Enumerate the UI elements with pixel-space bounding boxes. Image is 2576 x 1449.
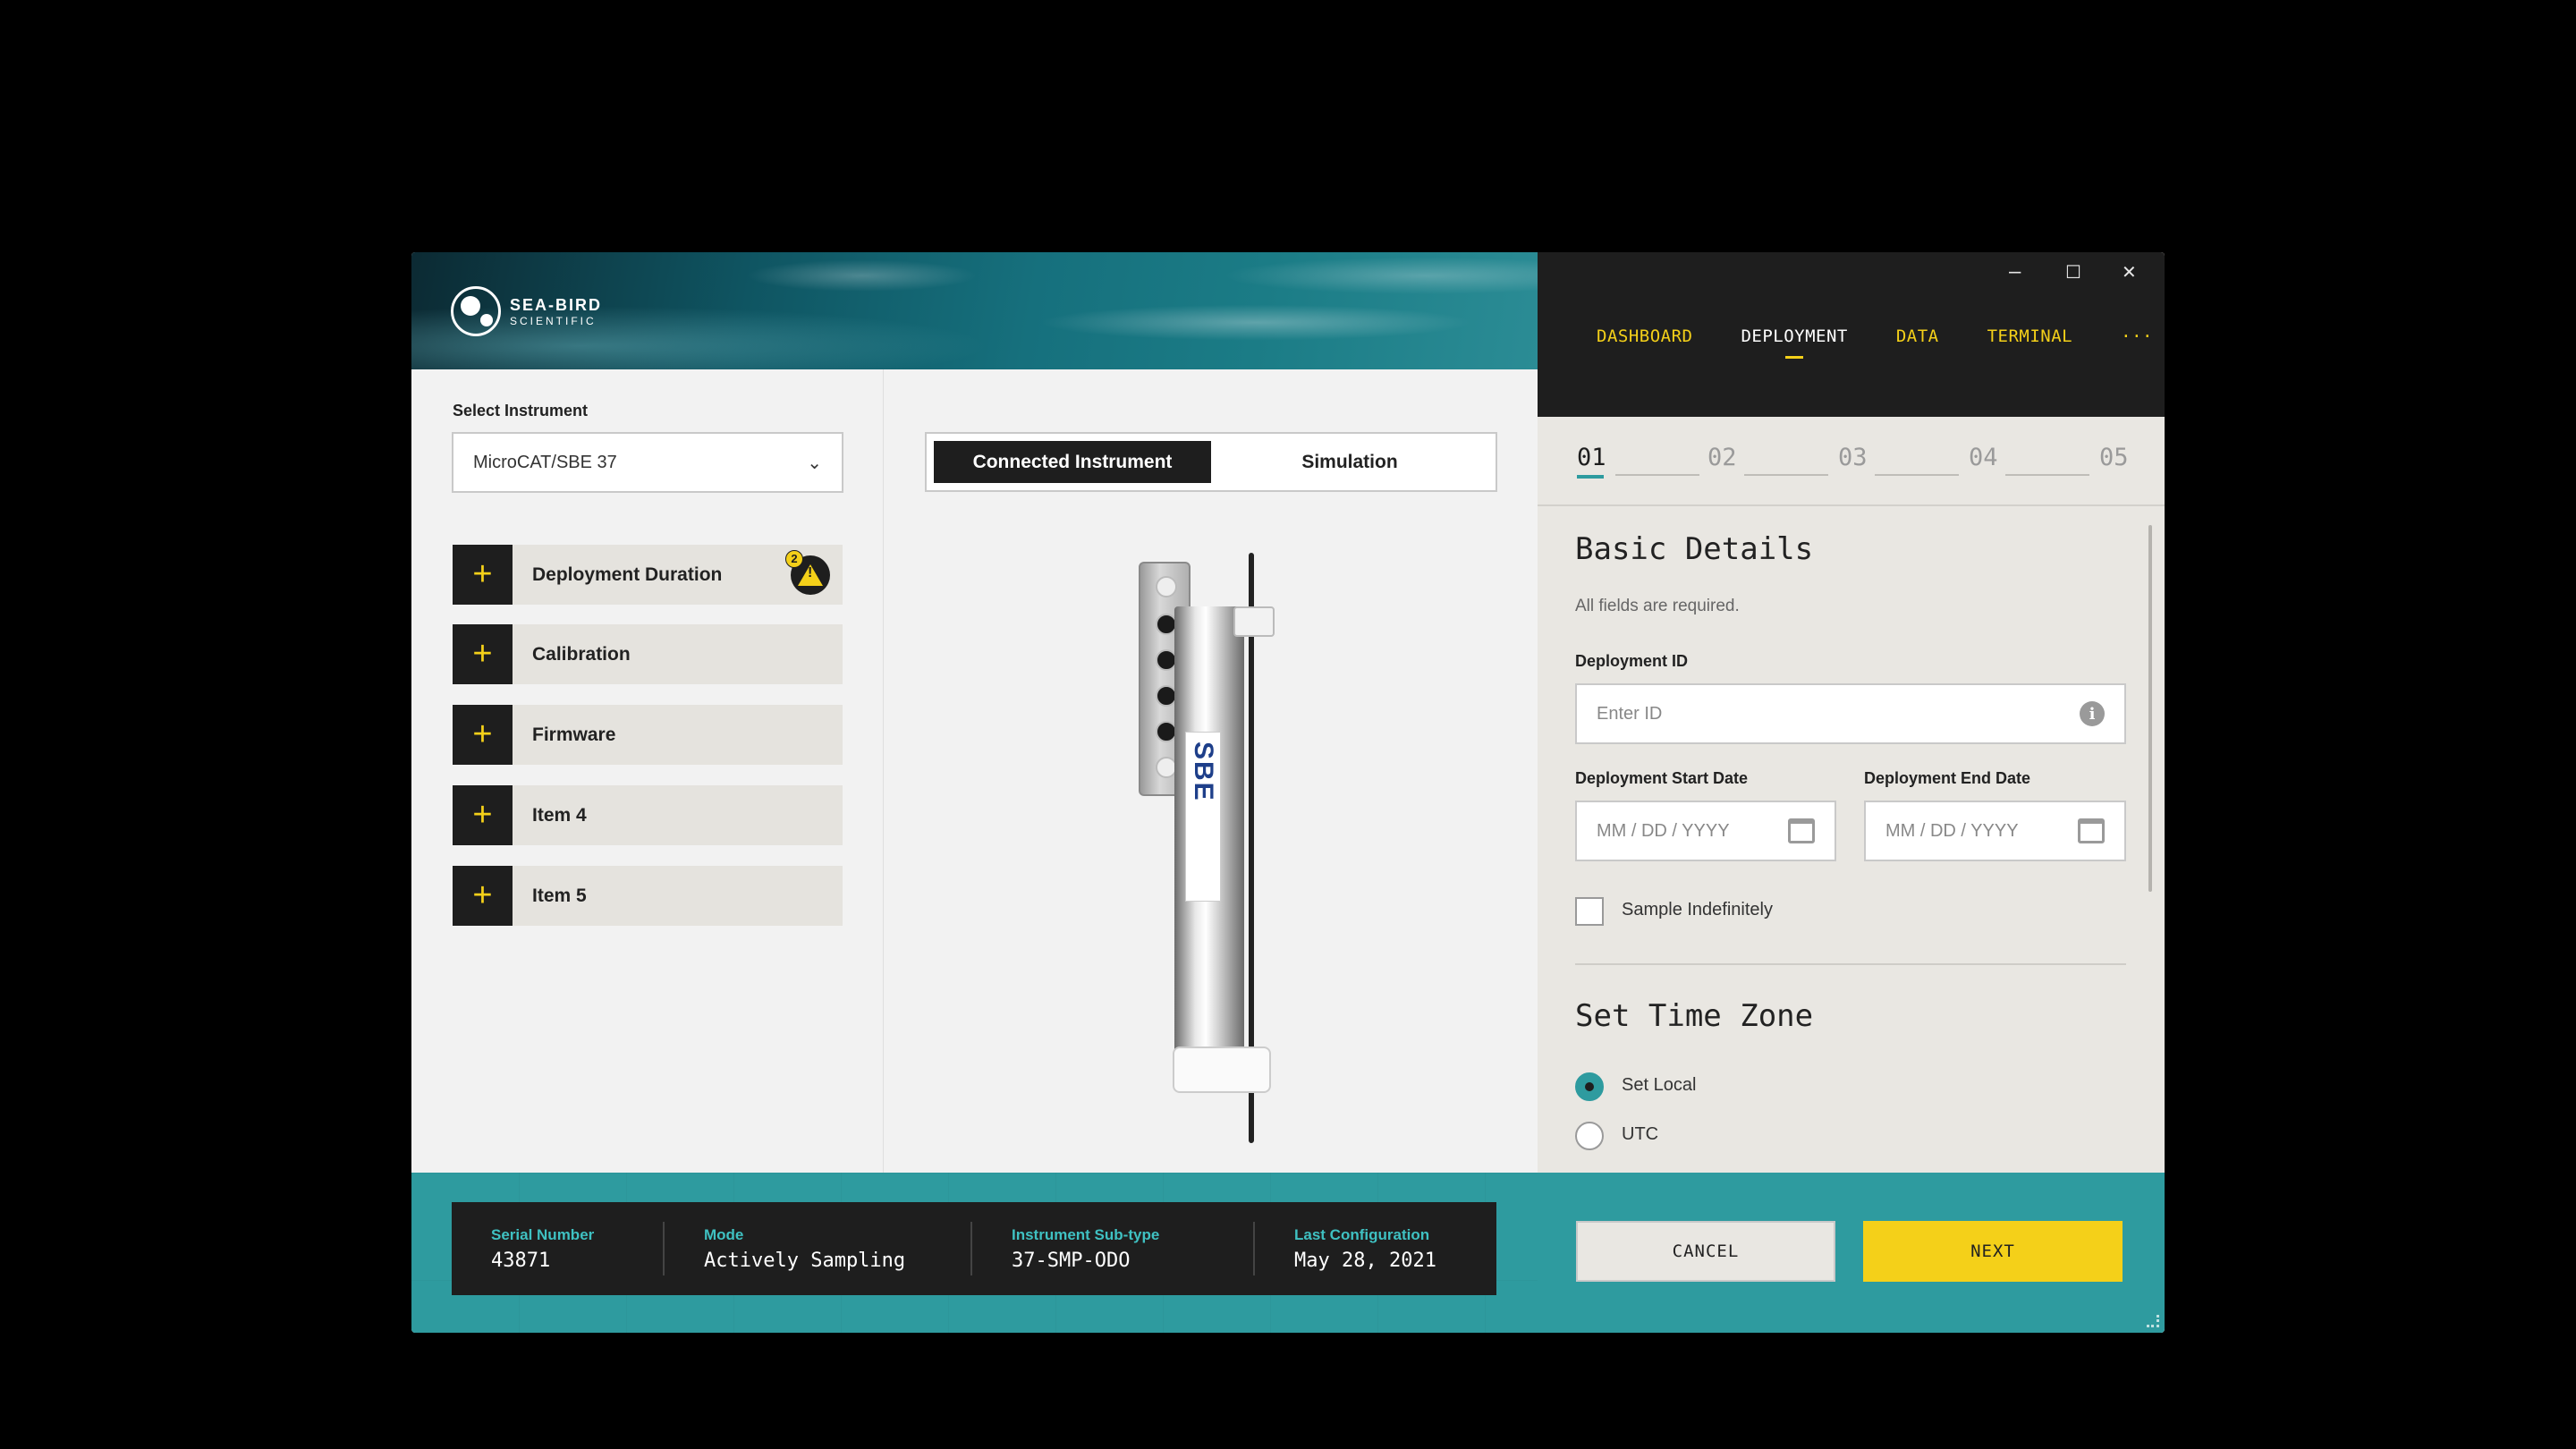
- accordion-deployment-duration[interactable]: + Deployment Duration ! 2: [453, 545, 843, 605]
- minimize-icon[interactable]: –: [2009, 259, 2021, 284]
- required-note: All fields are required.: [1575, 597, 1740, 615]
- info-icon[interactable]: i: [2080, 701, 2105, 726]
- sample-indefinitely-label: Sample Indefinitely: [1622, 900, 1773, 919]
- mode-cell: Mode Actively Sampling: [663, 1222, 970, 1275]
- instrument-info-bar: Serial Number 43871 Mode Actively Sampli…: [452, 1202, 1496, 1295]
- radio-utc[interactable]: [1575, 1122, 1604, 1150]
- accordion-label: Deployment Duration: [532, 564, 723, 585]
- start-date-label: Deployment Start Date: [1575, 769, 1749, 787]
- instrument-preview: Connected Instrument Simulation SBE: [885, 369, 1538, 1173]
- mode-value: Actively Sampling: [704, 1249, 906, 1272]
- mode-toggle: Connected Instrument Simulation: [925, 432, 1497, 492]
- nav-dashboard[interactable]: DASHBOARD: [1597, 326, 1692, 346]
- accordion-calibration[interactable]: + Calibration: [453, 624, 843, 684]
- basic-details-title: Basic Details: [1575, 531, 1814, 567]
- instrument-select[interactable]: MicroCAT/SBE 37 ⌄: [452, 432, 843, 493]
- logo-line1: SEA-BIRD: [510, 295, 603, 314]
- expand-plus-icon[interactable]: +: [453, 705, 513, 765]
- accordion-label: Firmware: [532, 724, 616, 745]
- deployment-id-field[interactable]: Enter ID i: [1575, 683, 2126, 744]
- sbe-label-text: SBE: [1189, 741, 1218, 802]
- instrument-select-value: MicroCAT/SBE 37: [473, 452, 617, 472]
- subtype-value: 37-SMP-ODO: [1012, 1249, 1131, 1272]
- time-zone-title: Set Time Zone: [1575, 998, 1814, 1034]
- section-divider: [1575, 963, 2126, 965]
- next-button[interactable]: NEXT: [1863, 1221, 2123, 1282]
- step-indicator: 01 02 03 04 05: [1538, 417, 2165, 506]
- step-1[interactable]: 01: [1577, 444, 1606, 479]
- instrument-info-footer: Serial Number 43871 Mode Actively Sampli…: [411, 1173, 1538, 1333]
- expand-plus-icon[interactable]: +: [453, 624, 513, 684]
- serial-number-cell: Serial Number 43871: [452, 1222, 663, 1275]
- instrument-image: SBE: [1139, 553, 1300, 1143]
- instrument-sidebar: Select Instrument MicroCAT/SBE 37 ⌄ + De…: [411, 369, 884, 1173]
- nav-data[interactable]: DATA: [1896, 326, 1939, 346]
- info-key: Last Configuration: [1294, 1225, 1430, 1243]
- deployment-panel: – ☐ ✕ DASHBOARD DEPLOYMENT DATA TERMINAL…: [1538, 252, 2165, 1333]
- set-local-label: Set Local: [1622, 1075, 1697, 1095]
- subtype-cell: Instrument Sub-type 37-SMP-ODO: [970, 1222, 1253, 1275]
- accordion-label: Item 4: [532, 804, 587, 826]
- instrument-label: SBE: [1185, 732, 1221, 902]
- accordion-firmware[interactable]: + Firmware: [453, 705, 843, 765]
- end-date-field[interactable]: MM / DD / YYYY: [1864, 801, 2126, 861]
- select-instrument-label: Select Instrument: [453, 402, 589, 419]
- start-date-field[interactable]: MM / DD / YYYY: [1575, 801, 1836, 861]
- warning-count-badge: 2: [785, 549, 803, 568]
- step-5[interactable]: 05: [2099, 444, 2129, 471]
- last-config-cell: Last Configuration May 28, 2021: [1253, 1222, 1495, 1275]
- top-nav-bar: – ☐ ✕ DASHBOARD DEPLOYMENT DATA TERMINAL…: [1538, 252, 2165, 417]
- cable-clamp: [1233, 606, 1275, 637]
- expand-plus-icon[interactable]: +: [453, 866, 513, 926]
- logo-line2: SCIENTIFIC: [510, 314, 597, 327]
- sea-bird-logo: SEA-BIRD SCIENTIFIC: [451, 286, 602, 336]
- last-config-value: May 28, 2021: [1294, 1249, 1436, 1272]
- maximize-icon[interactable]: ☐: [2065, 261, 2081, 284]
- sea-bird-logo-icon: [451, 286, 501, 336]
- cancel-button[interactable]: CANCEL: [1576, 1221, 1835, 1282]
- main-nav: DASHBOARD DEPLOYMENT DATA TERMINAL ···: [1597, 326, 2165, 359]
- info-key: Serial Number: [491, 1225, 595, 1243]
- form-action-footer: CANCEL NEXT: [1538, 1173, 2165, 1333]
- sample-indefinitely-checkbox[interactable]: [1575, 897, 1604, 926]
- guard-clamp: [1173, 1046, 1271, 1093]
- tab-connected-instrument[interactable]: Connected Instrument: [934, 441, 1211, 483]
- nav-more-icon[interactable]: ···: [2121, 326, 2153, 346]
- deployment-id-label: Deployment ID: [1575, 652, 1689, 670]
- expand-plus-icon[interactable]: +: [453, 785, 513, 845]
- serial-number-value: 43871: [491, 1249, 551, 1272]
- app-window: SEA-BIRD SCIENTIFIC Select Instrument Mi…: [411, 252, 2165, 1333]
- close-icon[interactable]: ✕: [2122, 261, 2137, 284]
- accordion-label: Item 5: [532, 885, 587, 906]
- end-date-label: Deployment End Date: [1864, 769, 2031, 787]
- resize-grip-icon[interactable]: [2147, 1315, 2159, 1327]
- step-4[interactable]: 04: [1969, 444, 1998, 471]
- step-2[interactable]: 02: [1707, 444, 1737, 471]
- chevron-down-icon: ⌄: [807, 453, 822, 473]
- expand-plus-icon[interactable]: +: [453, 545, 513, 605]
- tab-simulation[interactable]: Simulation: [1211, 441, 1488, 483]
- calendar-icon[interactable]: [2078, 818, 2105, 843]
- warning-icon[interactable]: ! 2: [785, 549, 830, 595]
- form-scrollbar[interactable]: [2148, 525, 2152, 892]
- info-key: Mode: [704, 1225, 744, 1243]
- nav-deployment[interactable]: DEPLOYMENT: [1741, 326, 1847, 359]
- start-date-placeholder: MM / DD / YYYY: [1597, 820, 1730, 841]
- end-date-placeholder: MM / DD / YYYY: [1885, 820, 2019, 841]
- step-3[interactable]: 03: [1838, 444, 1868, 471]
- accordion-label: Calibration: [532, 643, 631, 665]
- nav-terminal[interactable]: TERMINAL: [1987, 326, 2073, 346]
- accordion-item-5[interactable]: + Item 5: [453, 866, 843, 926]
- info-key: Instrument Sub-type: [1012, 1225, 1160, 1243]
- radio-set-local[interactable]: [1575, 1072, 1604, 1101]
- calendar-icon[interactable]: [1788, 818, 1815, 843]
- ocean-header-banner: SEA-BIRD SCIENTIFIC: [411, 252, 1538, 369]
- accordion-item-4[interactable]: + Item 4: [453, 785, 843, 845]
- deployment-id-placeholder: Enter ID: [1597, 703, 1663, 724]
- utc-label: UTC: [1622, 1124, 1659, 1144]
